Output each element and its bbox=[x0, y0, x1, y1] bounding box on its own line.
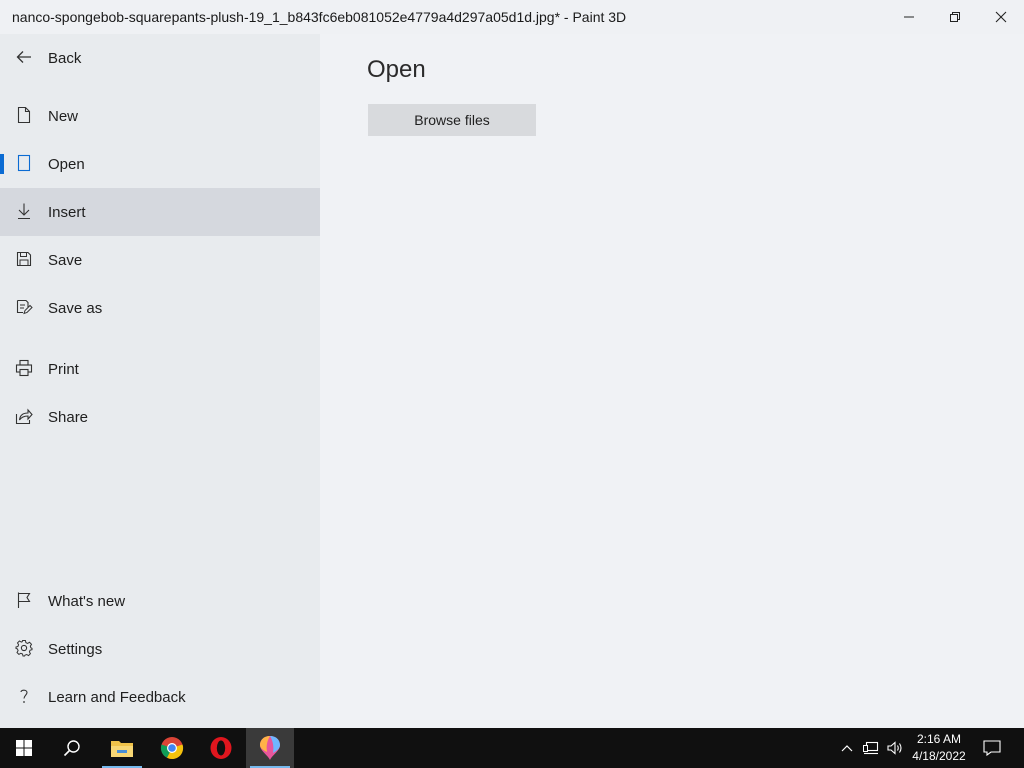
page-title: Open bbox=[367, 56, 426, 83]
restore-button[interactable] bbox=[932, 0, 978, 34]
title-bar: nanco-spongebob-squarepants-plush-19_1_b… bbox=[0, 0, 1024, 34]
save-icon bbox=[15, 250, 33, 268]
open-file-icon bbox=[15, 154, 33, 172]
sidebar-item-insert[interactable]: Insert bbox=[0, 188, 320, 236]
file-menu-sidebar: Back New Open Insert Save Save as Print … bbox=[0, 34, 320, 728]
notification-icon bbox=[983, 740, 1001, 756]
minimize-icon bbox=[904, 16, 914, 18]
back-arrow-icon bbox=[15, 48, 33, 66]
sidebar-item-save-as[interactable]: Save as bbox=[0, 284, 320, 332]
sidebar-item-label: Insert bbox=[48, 203, 86, 221]
minimize-button[interactable] bbox=[886, 0, 932, 34]
browse-files-button[interactable]: Browse files bbox=[368, 104, 536, 136]
sidebar-item-new[interactable]: New bbox=[0, 92, 320, 140]
share-icon bbox=[15, 407, 33, 425]
sidebar-item-whats-new[interactable]: What's new bbox=[0, 577, 320, 625]
sidebar-item-label: Print bbox=[48, 360, 79, 378]
sidebar-item-label: Settings bbox=[48, 640, 103, 658]
sidebar-item-label: Save bbox=[48, 251, 83, 269]
volume-icon bbox=[887, 741, 902, 755]
volume-tray-button[interactable] bbox=[884, 728, 906, 768]
network-tray-button[interactable] bbox=[860, 728, 882, 768]
sidebar-item-save[interactable]: Save bbox=[0, 236, 320, 284]
chevron-up-icon bbox=[841, 745, 853, 752]
taskbar-chrome[interactable] bbox=[148, 728, 196, 768]
restore-icon bbox=[950, 12, 960, 22]
print-icon bbox=[15, 359, 33, 377]
opera-icon bbox=[210, 737, 232, 759]
clock-date: 4/18/2022 bbox=[912, 749, 966, 763]
window-title: nanco-spongebob-squarepants-plush-19_1_b… bbox=[12, 9, 627, 25]
back-button[interactable]: Back bbox=[0, 34, 320, 82]
taskbar: 2:16 AM 4/18/2022 bbox=[0, 728, 1024, 768]
sidebar-item-label: What's new bbox=[48, 592, 126, 610]
taskbar-paint-3d[interactable] bbox=[246, 728, 294, 768]
sidebar-item-share[interactable]: Share bbox=[0, 393, 320, 441]
search-icon bbox=[63, 740, 80, 757]
sidebar-item-learn-feedback[interactable]: Learn and Feedback bbox=[0, 673, 320, 721]
start-icon bbox=[16, 740, 32, 756]
selected-indicator bbox=[0, 154, 4, 174]
taskbar-opera[interactable] bbox=[197, 728, 245, 768]
sidebar-item-label: New bbox=[48, 107, 79, 125]
taskbar-clock[interactable]: 2:16 AM 4/18/2022 bbox=[906, 731, 972, 765]
insert-icon bbox=[15, 202, 33, 220]
taskbar-file-explorer[interactable] bbox=[98, 728, 146, 768]
close-button[interactable] bbox=[978, 0, 1024, 34]
start-button[interactable] bbox=[0, 728, 48, 768]
paint-3d-icon bbox=[260, 736, 280, 760]
sidebar-item-print[interactable]: Print bbox=[0, 345, 320, 393]
file-explorer-icon bbox=[111, 741, 133, 757]
question-icon bbox=[15, 687, 33, 705]
network-icon bbox=[863, 741, 879, 755]
save-as-icon bbox=[15, 298, 33, 316]
close-icon bbox=[995, 11, 1007, 23]
clock-time: 2:16 AM bbox=[916, 732, 962, 746]
action-center-button[interactable] bbox=[980, 728, 1004, 768]
back-label: Back bbox=[48, 49, 82, 67]
gear-icon bbox=[15, 639, 33, 657]
search-button[interactable] bbox=[48, 728, 96, 768]
new-file-icon bbox=[15, 106, 33, 124]
sidebar-item-label: Open bbox=[48, 155, 85, 173]
sidebar-item-label: Share bbox=[48, 408, 89, 426]
sidebar-item-label: Save as bbox=[48, 299, 103, 317]
flag-icon bbox=[15, 591, 33, 609]
sidebar-item-settings[interactable]: Settings bbox=[0, 625, 320, 673]
chrome-icon bbox=[160, 737, 184, 760]
show-hidden-icons-button[interactable] bbox=[836, 728, 858, 768]
sidebar-item-open[interactable]: Open bbox=[0, 140, 320, 188]
sidebar-item-label: Learn and Feedback bbox=[48, 688, 186, 706]
